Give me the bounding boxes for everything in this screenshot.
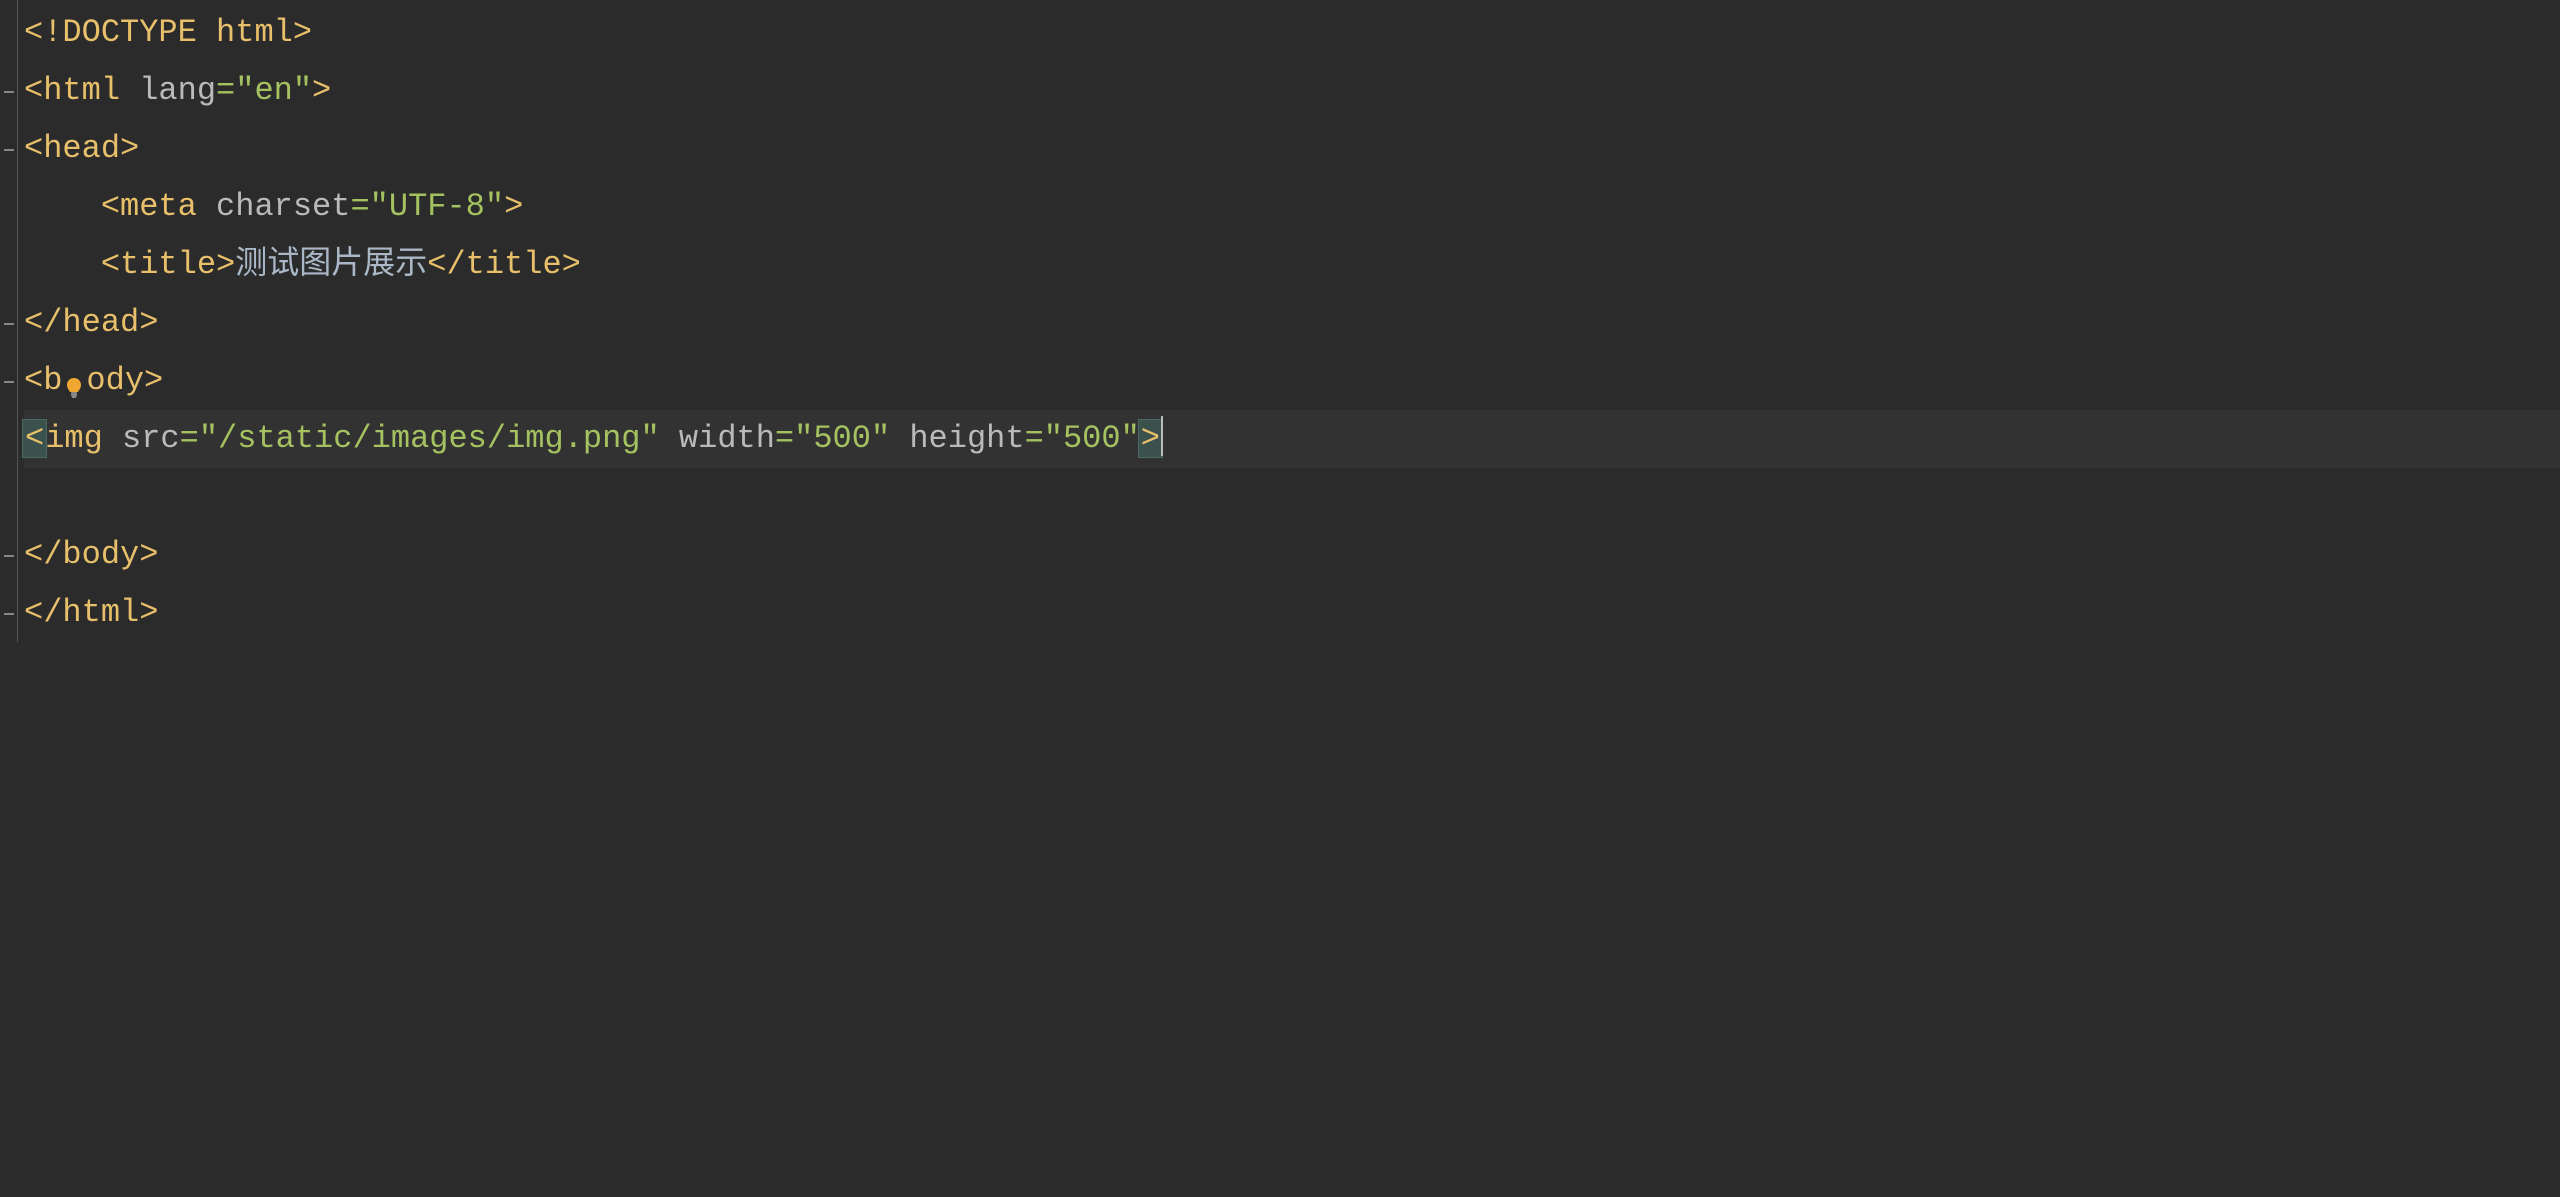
tag-body-ody: ody [86,362,144,399]
space [890,420,909,457]
tag-html: html [43,72,120,109]
indent [24,178,101,236]
code-editor[interactable]: <!DOCTYPE html> <html lang="en"> <head> … [0,0,2560,642]
tag-bracket: > [139,536,158,573]
tag-title: title [120,246,216,283]
attr-width: width [679,420,775,457]
indent [24,236,101,294]
lightbulb-icon[interactable] [62,367,86,395]
tag-title-close: title [466,246,562,283]
fold-marker-icon[interactable] [4,613,14,615]
equals: = [216,72,235,109]
code-line[interactable]: <meta charset="UTF-8"> [24,178,2560,236]
tag-bracket: < [101,188,120,225]
space [120,72,139,109]
tag-head-close: head [62,304,139,341]
fold-marker-icon[interactable] [4,323,14,325]
code-line[interactable]: </head> [24,294,2560,352]
code-line[interactable]: </body> [24,526,2560,584]
tag-bracket-matched: < [22,419,47,458]
attr-lang: lang [139,72,216,109]
attr-value-src: "/static/images/img.png" [199,420,660,457]
tag-bracket: </ [24,304,62,341]
tag-bracket: > [312,72,331,109]
tag-meta: meta [120,188,197,225]
tag-bracket: </ [427,246,465,283]
equals: = [1025,420,1044,457]
tag-bracket: < [101,246,120,283]
tag-bracket: </ [24,536,62,573]
attr-value: "UTF-8" [370,188,504,225]
tag-head: head [43,130,120,167]
attr-charset: charset [216,188,350,225]
tag-bracket: > [120,130,139,167]
tag-bracket: > [216,246,235,283]
tag-bracket: > [139,304,158,341]
code-line[interactable]: <html lang="en"> [24,62,2560,120]
doctype-open: <! [24,14,62,51]
tag-bracket-matched: > [1138,419,1163,458]
code-line[interactable]: <head> [24,120,2560,178]
fold-marker-icon[interactable] [4,381,14,383]
tag-body-b: b [43,362,62,399]
tag-img: img [45,420,103,457]
title-text: 测试图片展示 [235,246,427,283]
attr-value-width: "500" [794,420,890,457]
tag-bracket: > [562,246,581,283]
tag-bracket: > [144,362,163,399]
space [103,420,122,457]
fold-marker-icon[interactable] [4,555,14,557]
doctype-close: > [293,14,312,51]
fold-gutter [0,0,18,642]
code-line[interactable]: </html> [24,584,2560,642]
code-line[interactable]: <title>测试图片展示</title> [24,236,2560,294]
attr-src: src [122,420,180,457]
equals: = [180,420,199,457]
doctype-html: html [216,14,293,51]
tag-bracket: < [24,130,43,167]
space [660,420,679,457]
code-content[interactable]: <!DOCTYPE html> <html lang="en"> <head> … [0,0,2560,642]
attr-height: height [909,420,1024,457]
equals: = [775,420,794,457]
code-line[interactable]: <!DOCTYPE html> [24,4,2560,62]
tag-body-close: body [62,536,139,573]
tag-html-close: html [62,594,139,631]
tag-bracket: </ [24,594,62,631]
tag-bracket: < [24,362,43,399]
equals: = [350,188,369,225]
space [197,188,216,225]
code-line-active[interactable]: <img src="/static/images/img.png" width=… [24,410,2560,468]
fold-marker-icon[interactable] [4,149,14,151]
code-line[interactable]: <body> [24,352,2560,410]
tag-bracket: > [504,188,523,225]
tag-bracket: > [139,594,158,631]
attr-value-height: "500" [1044,420,1140,457]
code-line-empty[interactable] [24,468,2560,526]
attr-value: "en" [235,72,312,109]
doctype-keyword: DOCTYPE [62,14,196,51]
space [197,14,216,51]
text-cursor [1161,416,1163,456]
tag-bracket: < [24,72,43,109]
fold-marker-icon[interactable] [4,91,14,93]
